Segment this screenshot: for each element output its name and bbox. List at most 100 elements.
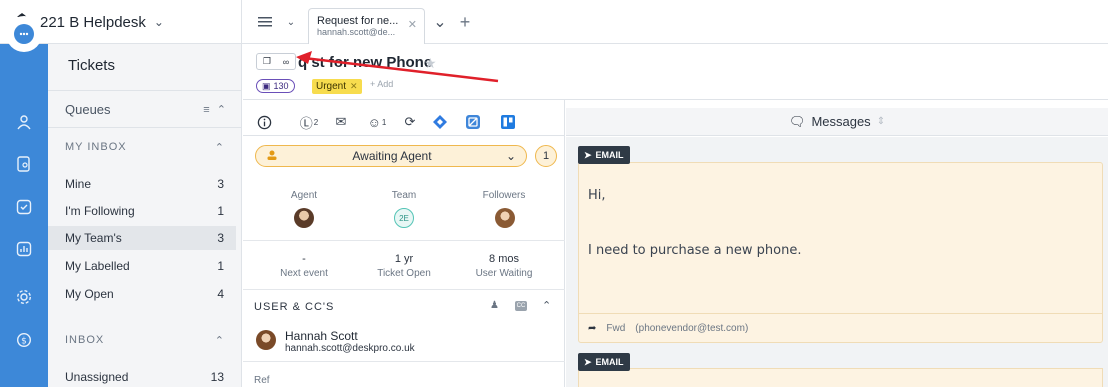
divider bbox=[243, 361, 565, 362]
users-icon[interactable]: ☺ 1 bbox=[364, 112, 390, 132]
team-label: Team bbox=[391, 190, 417, 201]
ticket-open-value: 1 yr bbox=[394, 253, 414, 265]
billing-icon[interactable]: $ bbox=[12, 328, 36, 352]
ticket-open-label: Ticket Open bbox=[377, 268, 431, 279]
chat-bubble-icon bbox=[14, 24, 34, 44]
team-avatar[interactable]: 2E bbox=[394, 208, 414, 228]
message-body: I need to purchase a new phone. bbox=[588, 243, 802, 258]
users-count: 1 bbox=[381, 117, 387, 127]
status-count-badge[interactable]: 1 bbox=[535, 145, 557, 167]
queue-label: Unassigned bbox=[65, 370, 129, 384]
forward-arrow-icon[interactable]: ➦ bbox=[588, 323, 596, 334]
billing-icon[interactable]: Ⓛ 2 bbox=[296, 112, 322, 132]
queue-item-my-open[interactable]: My Open 4 bbox=[48, 282, 236, 306]
message-bubble-icon: 🗨 bbox=[788, 113, 806, 129]
queues-header[interactable]: Queues ≡ ⌃ bbox=[48, 90, 242, 128]
user-email: hannah.scott@deskpro.co.uk bbox=[285, 343, 415, 354]
ticket-count-badge[interactable]: ▣ 130 bbox=[256, 79, 295, 93]
queue-item-my-labelled[interactable]: My Labelled 1 bbox=[48, 254, 236, 278]
queue-count: 3 bbox=[217, 177, 224, 191]
queue-label: My Labelled bbox=[65, 259, 130, 273]
info-icon[interactable] bbox=[254, 112, 274, 132]
chevron-down-icon: ⌄ bbox=[505, 149, 516, 163]
add-user-icon[interactable]: ♟ bbox=[490, 300, 499, 311]
forward-address: (phonevendor@test.com) bbox=[635, 323, 749, 334]
queue-label: Mine bbox=[65, 177, 92, 191]
tickets-app-button[interactable] bbox=[6, 16, 42, 52]
section-label: INBOX bbox=[65, 334, 105, 346]
inbox-icon: ▣ bbox=[262, 80, 271, 91]
divider bbox=[243, 289, 565, 290]
message-footer: ➦ Fwd (phonevendor@test.com) bbox=[578, 313, 1103, 343]
section-my-inbox[interactable]: MY INBOX ⌃ bbox=[65, 141, 225, 154]
followers-label: Followers bbox=[482, 190, 526, 201]
jira-diamond-icon[interactable] bbox=[430, 112, 450, 132]
user-name[interactable]: Hannah Scott bbox=[285, 329, 358, 343]
queue-options-icon[interactable]: ≡ ⌃ bbox=[203, 103, 228, 116]
queue-count: 1 bbox=[217, 204, 224, 218]
chevron-down-icon[interactable]: ⌄ bbox=[430, 10, 450, 34]
ref-label: Ref bbox=[254, 375, 270, 386]
mail-icon[interactable]: ✉ bbox=[331, 112, 351, 132]
section-inbox[interactable]: INBOX ⌃ bbox=[65, 334, 225, 347]
ticket-count: 130 bbox=[273, 81, 289, 91]
settings-gear-icon[interactable] bbox=[12, 285, 36, 309]
status-label: Awaiting Agent bbox=[352, 149, 432, 163]
messages-title: Messages bbox=[811, 114, 871, 129]
message-card bbox=[578, 368, 1103, 387]
queues-label: Queues bbox=[65, 101, 111, 117]
queue-count: 3 bbox=[217, 231, 224, 245]
queue-item-unassigned[interactable]: Unassigned 13 bbox=[48, 365, 236, 387]
slack-app-icon[interactable] bbox=[463, 112, 483, 132]
queue-count: 13 bbox=[210, 370, 224, 384]
tab-menu-chevron-icon[interactable]: ⌄ bbox=[282, 10, 300, 34]
cc-icon[interactable]: CC bbox=[515, 301, 527, 311]
divider bbox=[243, 240, 565, 241]
user-waiting-value: 8 mos bbox=[489, 253, 519, 265]
tab-title: Request for ne... bbox=[317, 15, 399, 27]
queue-label: My Open bbox=[65, 287, 114, 301]
ticket-tab[interactable]: Request for ne... hannah.scott@de... ✕ bbox=[308, 8, 425, 44]
next-event-value: - bbox=[302, 253, 306, 265]
queue-item-my-teams[interactable]: My Team's 3 bbox=[48, 226, 236, 250]
section-label: MY INBOX bbox=[65, 141, 127, 153]
follower-avatar[interactable] bbox=[495, 208, 515, 228]
reports-icon[interactable] bbox=[12, 237, 36, 261]
message-type-label: EMAIL bbox=[595, 150, 624, 160]
copy-icon[interactable]: ❐ bbox=[263, 56, 271, 67]
svg-text:$: $ bbox=[21, 337, 27, 347]
sort-icon[interactable]: ⇕ bbox=[877, 116, 885, 127]
status-agent-icon bbox=[266, 149, 278, 164]
link-icon[interactable]: ∞ bbox=[283, 57, 289, 67]
chevron-down-icon: ⌄ bbox=[153, 15, 164, 29]
message-greeting: Hi, bbox=[588, 188, 606, 203]
agent-label: Agent bbox=[290, 190, 318, 201]
status-select[interactable]: Awaiting Agent ⌄ bbox=[255, 145, 527, 167]
new-tab-plus-icon[interactable]: + bbox=[456, 10, 474, 34]
message-type-label: EMAIL bbox=[595, 357, 624, 367]
message-type-tag: ➤ EMAIL bbox=[578, 353, 630, 371]
billing-count: 2 bbox=[313, 117, 319, 127]
history-icon[interactable]: ⟳ bbox=[400, 112, 420, 132]
message-type-tag: ➤ EMAIL bbox=[578, 146, 630, 164]
messages-header[interactable]: 🗨 Messages ⇕ bbox=[566, 108, 1108, 136]
queue-item-following[interactable]: I'm Following 1 bbox=[48, 199, 236, 223]
chevron-up-icon: ⌃ bbox=[214, 142, 225, 154]
knowledgebase-icon[interactable] bbox=[12, 152, 36, 176]
user-avatar[interactable] bbox=[256, 330, 276, 350]
trello-icon[interactable] bbox=[498, 112, 518, 132]
chevron-up-icon: ⌃ bbox=[214, 335, 225, 347]
user-waiting-label: User Waiting bbox=[475, 268, 533, 279]
close-icon[interactable]: ✕ bbox=[408, 18, 417, 31]
tasks-icon[interactable] bbox=[12, 195, 36, 219]
send-icon: ➤ bbox=[584, 149, 592, 160]
users-icon[interactable] bbox=[12, 110, 36, 134]
tab-subtitle: hannah.scott@de... bbox=[317, 27, 396, 37]
agent-avatar[interactable] bbox=[294, 208, 314, 228]
tab-list-icon[interactable] bbox=[254, 10, 276, 34]
queue-label: My Team's bbox=[65, 231, 122, 245]
send-icon: ➤ bbox=[584, 356, 592, 367]
queue-item-mine[interactable]: Mine 3 bbox=[48, 172, 236, 196]
forward-label[interactable]: Fwd bbox=[606, 323, 625, 334]
chevron-up-icon[interactable]: ⌃ bbox=[542, 299, 551, 312]
